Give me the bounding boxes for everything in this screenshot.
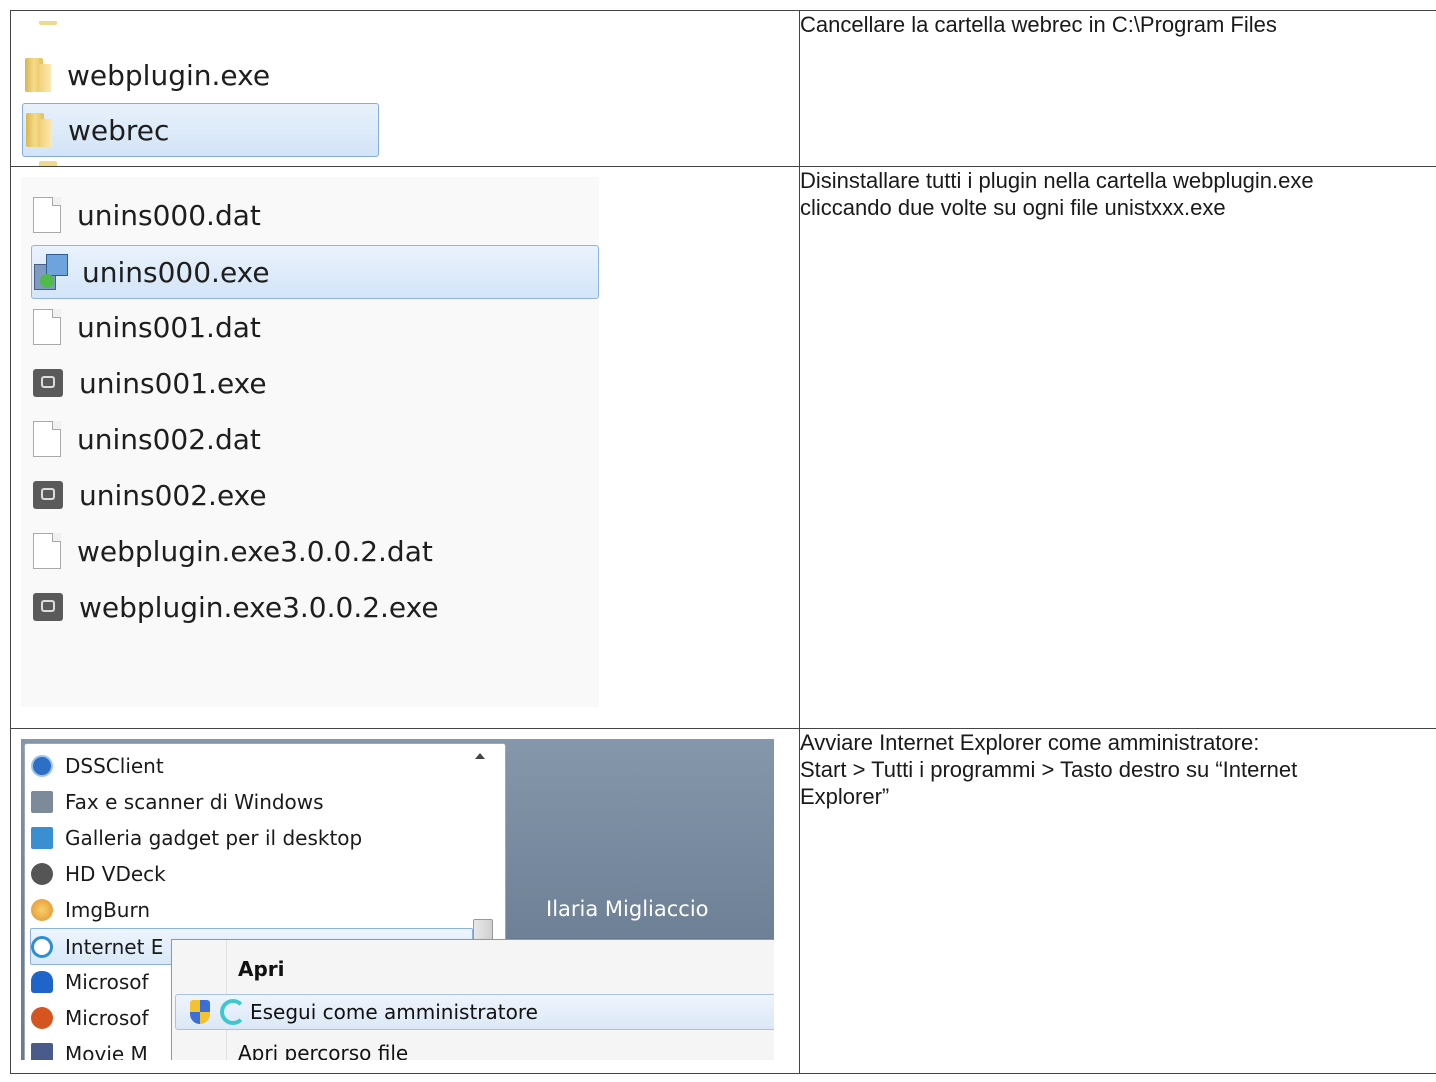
- start-menu: DSSClient Fax e scanner di Windows Galle…: [21, 739, 774, 1060]
- file-item[interactable]: unins000.dat: [33, 189, 599, 241]
- context-menu: Apri Esegui come amministratore Apri per…: [171, 939, 774, 1060]
- imgburn-icon: [31, 898, 53, 921]
- folder-icon: [26, 113, 52, 147]
- uac-shield-icon: [190, 1000, 210, 1024]
- microsoft-app-icon: [31, 1006, 53, 1029]
- file-item[interactable]: unins001.dat: [33, 301, 599, 353]
- file-item[interactable]: unins001.exe: [33, 357, 599, 409]
- program-item[interactable]: Fax e scanner di Windows: [31, 784, 471, 819]
- user-name[interactable]: Ilaria Migliaccio: [546, 897, 709, 921]
- folder-item[interactable]: webplugin.exe: [25, 49, 270, 101]
- file-item-selected[interactable]: unins000.exe: [31, 245, 599, 299]
- context-menu-open[interactable]: Apri: [238, 952, 285, 986]
- dssclient-icon: [31, 754, 53, 777]
- setup-icon: [34, 254, 68, 290]
- gadget-gallery-icon: [31, 826, 53, 849]
- screenshot-cell-2: unins000.dat unins000.exe unins001.dat u…: [10, 166, 800, 729]
- document-icon: [33, 421, 61, 457]
- busy-cursor-icon: [220, 999, 246, 1025]
- scroll-up-arrow-icon[interactable]: [475, 753, 485, 759]
- executable-icon: [33, 481, 63, 509]
- fax-scanner-icon: [31, 790, 53, 813]
- instruction-cell-3: Avviare Internet Explorer come amministr…: [799, 728, 1436, 1074]
- internet-explorer-icon: [31, 935, 53, 958]
- file-item[interactable]: webplugin.exe3.0.0.2.exe: [33, 581, 599, 633]
- file-item[interactable]: unins002.exe: [33, 469, 599, 521]
- document-icon: [33, 197, 61, 233]
- explorer-file-list: unins000.dat unins000.exe unins001.dat u…: [21, 177, 599, 707]
- document-icon: [33, 309, 61, 345]
- folder-item-selected[interactable]: webrec: [22, 103, 379, 157]
- file-item[interactable]: webplugin.exe3.0.0.2.dat: [33, 525, 599, 577]
- program-item[interactable]: ImgBurn: [31, 892, 471, 927]
- executable-icon: [33, 593, 63, 621]
- hd-vdeck-icon: [31, 862, 53, 885]
- movie-maker-icon: [31, 1042, 53, 1060]
- instruction-cell-1: Cancellare la cartella webrec in C:\Prog…: [799, 10, 1436, 167]
- explorer-folder-view: webplugin.exe webrec: [21, 21, 383, 166]
- document-icon: [33, 533, 61, 569]
- context-menu-run-as-admin[interactable]: Esegui come amministratore: [175, 994, 774, 1030]
- onedrive-icon: [31, 970, 53, 993]
- context-menu-open-file-location[interactable]: Apri percorso file: [238, 1036, 408, 1060]
- folder-icon: [25, 58, 51, 92]
- screenshot-cell-1: webplugin.exe webrec: [10, 10, 800, 167]
- program-item[interactable]: HD VDeck: [31, 856, 471, 891]
- executable-icon: [33, 369, 63, 397]
- instruction-table: webplugin.exe webrec Cancellare la carte…: [10, 10, 1436, 1074]
- instruction-cell-2: Disinstallare tutti i plugin nella carte…: [799, 166, 1436, 729]
- folder-icon-partial: [39, 161, 57, 166]
- program-item[interactable]: DSSClient: [31, 748, 471, 783]
- folder-icon-partial: [39, 21, 57, 25]
- file-item[interactable]: unins002.dat: [33, 413, 599, 465]
- screenshot-cell-3: DSSClient Fax e scanner di Windows Galle…: [10, 728, 800, 1074]
- program-item[interactable]: Galleria gadget per il desktop: [31, 820, 471, 855]
